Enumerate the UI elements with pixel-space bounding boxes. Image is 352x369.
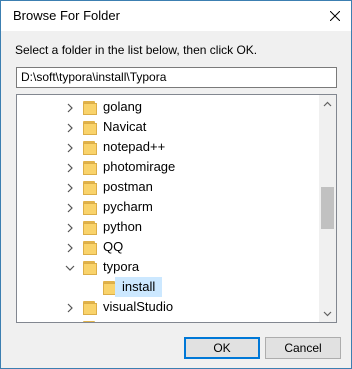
scroll-down-button[interactable] [319, 305, 336, 322]
chevron-down-icon[interactable] [65, 263, 75, 273]
chevron-right-icon[interactable] [65, 103, 75, 113]
chevron-right-icon[interactable] [65, 123, 75, 133]
scroll-thumb[interactable] [321, 187, 334, 229]
vertical-scrollbar[interactable] [319, 95, 336, 322]
folder-icon [83, 161, 97, 175]
tree-item-label: python [103, 219, 143, 234]
tree-item-label: QQ [103, 239, 124, 254]
tree-item-label: visualStudio [103, 299, 174, 314]
tree-item-label: Navicat [103, 119, 147, 134]
tree-item-partial [17, 318, 319, 322]
ok-button[interactable]: OK [184, 337, 260, 359]
tree-item-install[interactable]: install [17, 277, 319, 298]
folder-path-field[interactable]: D:\soft\typora\install\Typora [16, 67, 337, 88]
folder-icon [83, 181, 97, 195]
chevron-right-icon[interactable] [65, 143, 75, 153]
tree-item-python[interactable]: python [17, 218, 319, 238]
tree-item-label: postman [103, 179, 153, 194]
tree-item-label: typora [103, 259, 140, 274]
chevron-up-icon [323, 101, 332, 106]
chevron-down-icon [323, 311, 332, 316]
tree-item-postman[interactable]: postman [17, 178, 319, 198]
tree-item-golang[interactable]: golang [17, 98, 319, 118]
folder-icon [83, 321, 97, 322]
chevron-right-icon[interactable] [65, 303, 75, 313]
tree-item-pycharm[interactable]: pycharm [17, 198, 319, 218]
folder-icon [83, 101, 97, 115]
close-icon [330, 11, 340, 21]
instruction-text: Select a folder in the list below, then … [15, 43, 258, 57]
tree-item-notepad[interactable]: notepad++ [17, 138, 319, 158]
chevron-right-icon[interactable] [65, 183, 75, 193]
tree-item-label-selected: install [115, 277, 163, 297]
folder-icon [83, 241, 97, 255]
chevron-right-icon[interactable] [65, 243, 75, 253]
tree-item-label: pycharm [103, 199, 153, 214]
tree-item-typora[interactable]: typora [17, 258, 319, 278]
chevron-right-icon[interactable] [65, 163, 75, 173]
folder-icon [83, 261, 97, 275]
title-bar[interactable]: Browse For Folder [1, 1, 351, 31]
tree-item-photomirage[interactable]: photomirage [17, 158, 319, 178]
chevron-right-icon[interactable] [65, 203, 75, 213]
tree-item-label: photomirage [103, 159, 176, 174]
close-button[interactable] [319, 1, 351, 31]
tree-item-navicat[interactable]: Navicat [17, 118, 319, 138]
folder-icon [83, 141, 97, 155]
tree-item-qq[interactable]: QQ [17, 238, 319, 258]
folder-icon [83, 301, 97, 315]
tree-item-label: notepad++ [103, 139, 166, 154]
window-title: Browse For Folder [13, 8, 120, 23]
folder-icon [83, 121, 97, 135]
cancel-button[interactable]: Cancel [265, 337, 341, 359]
folder-icon [83, 221, 97, 235]
tree-item-label: golang [103, 99, 143, 114]
scroll-up-button[interactable] [319, 95, 336, 112]
browse-folder-dialog: Browse For Folder Select a folder in the… [0, 0, 352, 369]
tree-item-visualstudio[interactable]: visualStudio [17, 298, 319, 318]
chevron-right-icon[interactable] [65, 223, 75, 233]
folder-icon [83, 201, 97, 215]
folder-tree[interactable]: golang Navicat notepad++ photomirage pos… [16, 94, 337, 323]
